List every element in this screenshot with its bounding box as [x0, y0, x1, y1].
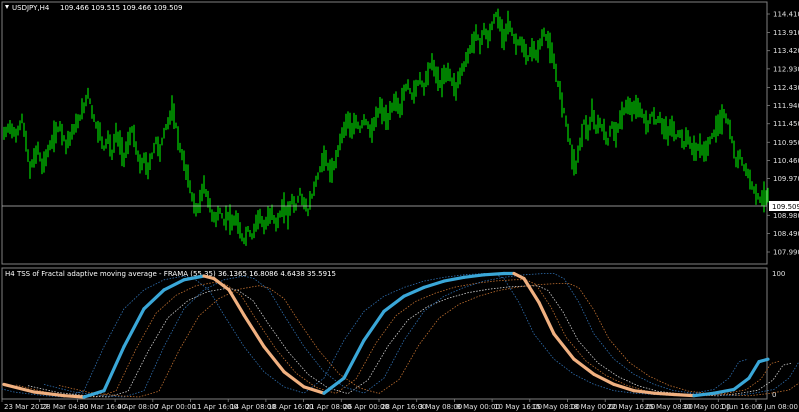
- tss-main-segment: [482, 271, 506, 277]
- price-label: 110.950: [773, 139, 799, 147]
- price-label: 114.410: [773, 11, 799, 19]
- price-label: 112.430: [773, 84, 799, 92]
- price-panel[interactable]: [1, 1, 768, 265]
- ohlc-readout: 109.466 109.515 109.466 109.509: [60, 4, 182, 12]
- price-label: 111.940: [773, 102, 799, 110]
- price-label: 108.980: [773, 212, 799, 220]
- price-label: 108.490: [773, 230, 799, 238]
- price-label: 109.970: [773, 175, 799, 183]
- price-label: 113.420: [773, 47, 799, 55]
- tss-main-segment: [672, 392, 696, 398]
- indicator-title: H4 TSS of Fractal adaptive moving averag…: [5, 270, 336, 278]
- price-label: 107.990: [773, 249, 799, 257]
- price-scale[interactable]: 114.410 113.910 113.420 112.930 112.430 111.9…: [767, 11, 799, 257]
- symbol-timeframe: USDJPY,H4: [12, 4, 50, 12]
- chart-canvas[interactable]: USDJPY,H4 109.466 109.515 109.466 109.50…: [0, 0, 799, 412]
- current-price-label: 109.509: [772, 203, 799, 211]
- indicator-panel[interactable]: [1, 267, 768, 400]
- time-axis[interactable]: 23 Mar 201728 Mar 04:0030 Mar 16:004 Apr…: [1, 399, 798, 411]
- price-label: 113.910: [773, 29, 799, 37]
- time-label: 7 Apr 00:00: [155, 403, 196, 411]
- tss-main-segment: [62, 394, 86, 399]
- time-label: 6 Jun 08:00: [758, 403, 798, 411]
- time-label: 1 Jun 16:00: [720, 403, 760, 411]
- price-label: 111.450: [773, 120, 799, 128]
- tss-main-segment: [652, 391, 676, 397]
- price-label: 110.460: [773, 157, 799, 165]
- indicator-scale-top: 100: [772, 270, 785, 278]
- price-label: 112.930: [773, 65, 799, 73]
- time-label: 4 Apr 08:00: [117, 403, 158, 411]
